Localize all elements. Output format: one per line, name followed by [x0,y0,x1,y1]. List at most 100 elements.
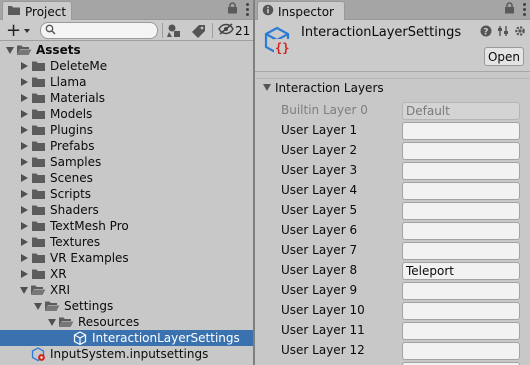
expand-arrow-right-icon[interactable] [20,94,28,102]
tree-item[interactable]: DeleteMe [0,58,253,74]
search-by-type-icon[interactable] [167,23,182,38]
folder-tab-icon [7,4,21,19]
layer-label: User Layer 8 [281,263,358,277]
open-button[interactable]: Open [484,47,524,66]
tree-item[interactable]: Prefabs [0,138,253,154]
tree-item[interactable]: Assets [0,42,253,58]
project-menu-icon[interactable] [246,3,249,16]
expand-arrow-down-icon[interactable] [6,46,14,54]
tab-project[interactable]: Project [2,1,72,21]
layer-label: User Layer 11 [281,323,365,337]
folder-open-icon [16,42,32,58]
lock-icon[interactable] [227,2,238,17]
eye-slash-icon [218,23,234,38]
input-settings-icon [30,346,46,362]
folder-open-icon [30,282,46,298]
search-input[interactable] [40,22,158,39]
lock-icon[interactable] [504,2,515,17]
expand-arrow-down-icon[interactable] [34,302,42,310]
expand-arrow-right-icon[interactable] [20,254,28,262]
layer-name-field[interactable] [402,282,520,300]
info-icon [262,4,274,19]
layer-row: User Layer 6 [255,221,530,241]
expand-arrow-right-icon[interactable] [20,174,28,182]
layer-row: User Layer 11 [255,321,530,341]
tree-item-label: InputSystem.inputsettings [50,347,209,361]
expand-arrow-right-icon[interactable] [20,62,28,70]
tree-item[interactable]: Samples [0,154,253,170]
expand-arrow-right-icon[interactable] [20,222,28,230]
tree-item[interactable]: TextMesh Pro [0,218,253,234]
layer-label: User Layer 2 [281,143,358,157]
tree-item[interactable]: Resources [0,314,253,330]
interaction-layers-foldout[interactable]: Interaction Layers [255,78,530,96]
layer-name-field[interactable] [402,302,520,320]
folder-icon [30,202,46,218]
foldout-arrow-icon [263,84,271,91]
layer-name-field[interactable] [402,322,520,340]
layer-name-field[interactable] [402,182,520,200]
tree-item[interactable]: Scripts [0,186,253,202]
tree-item[interactable]: Textures [0,234,253,250]
tree-item[interactable]: VR Examples [0,250,253,266]
layer-label: User Layer 4 [281,183,358,197]
layer-row: User Layer 7 [255,241,530,261]
tree-item[interactable]: InteractionLayerSettings [0,330,253,346]
search-by-label-icon[interactable] [192,23,206,38]
layer-name-field[interactable] [402,142,520,160]
tree-item[interactable]: Llama [0,74,253,90]
help-icon[interactable]: ? [480,25,492,40]
layer-name-field[interactable] [402,222,520,240]
expand-arrow-right-icon[interactable] [20,190,28,198]
tree-item-label: Scripts [50,187,92,201]
layer-label: User Layer 12 [281,343,365,357]
layer-name-field[interactable]: Teleport [402,262,520,280]
project-panel: Project + 21 Assets DeleteMe Llama Mater… [0,0,253,365]
search-icon [45,24,56,38]
expand-arrow-right-icon[interactable] [20,126,28,134]
chevron-down-icon [24,28,31,33]
tree-item[interactable]: InputSystem.inputsettings [0,346,253,362]
tab-project-label: Project [25,4,67,19]
expand-arrow-right-icon[interactable] [20,238,28,246]
folder-icon [30,266,46,282]
presets-icon[interactable] [497,25,509,40]
expand-arrow-right-icon[interactable] [20,110,28,118]
gear-icon[interactable] [514,25,526,40]
expand-arrow-right-icon[interactable] [20,142,28,150]
folder-icon [30,186,46,202]
layer-name-field[interactable] [402,202,520,220]
expand-arrow-down-icon[interactable] [48,318,56,326]
expand-arrow-down-icon[interactable] [20,286,28,294]
tree-item[interactable]: Shaders [0,202,253,218]
layer-row: User Layer 12 [255,341,530,361]
tree-item[interactable]: XR [0,266,253,282]
tree-item[interactable]: Scenes [0,170,253,186]
folder-icon [30,250,46,266]
inspector-menu-icon[interactable] [523,3,526,16]
layer-label: Builtin Layer 0 [281,103,368,117]
layer-name-field[interactable] [402,342,520,360]
layer-name-field[interactable] [402,122,520,140]
expand-arrow-right-icon[interactable] [20,158,28,166]
section-title: Interaction Layers [275,80,384,95]
tree-item-label: TextMesh Pro [50,219,129,233]
tree-item-label: InteractionLayerSettings [92,331,240,345]
expand-arrow-right-icon[interactable] [20,206,28,214]
folder-icon [30,74,46,90]
tree-item[interactable]: Settings [0,298,253,314]
tab-inspector[interactable]: Inspector [257,1,345,21]
expand-arrow-right-icon[interactable] [20,270,28,278]
layer-name-field[interactable] [402,162,520,180]
tree-item[interactable]: Materials [0,90,253,106]
hidden-packages-toggle[interactable]: 21 [218,22,250,39]
expand-arrow-right-icon[interactable] [20,78,28,86]
layer-name-field[interactable] [402,242,520,260]
layer-row: User Layer 13 [255,361,530,365]
create-button[interactable]: + [4,21,36,39]
tree-item[interactable]: Models [0,106,253,122]
folder-icon [30,90,46,106]
tree-item-label: Textures [50,235,101,249]
tree-item[interactable]: XRI [0,282,253,298]
tree-item[interactable]: Plugins [0,122,253,138]
